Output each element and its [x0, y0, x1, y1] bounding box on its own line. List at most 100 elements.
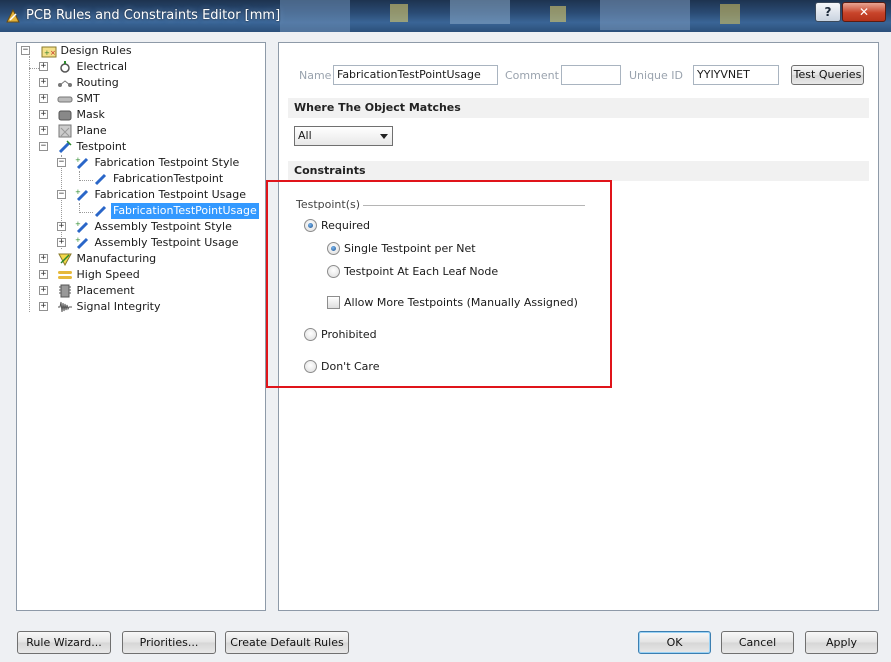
unique-id-field[interactable]: YYIYVNET [693, 65, 779, 85]
testpoint-rule-icon: + [75, 236, 88, 250]
tree-label: FabricationTestpoint [113, 172, 224, 185]
testpoint-icon [58, 140, 72, 154]
tree-label: Mask [76, 108, 105, 121]
testpoint-rule-icon [94, 205, 107, 218]
name-field[interactable]: FabricationTestPointUsage [333, 65, 498, 85]
electrical-icon [59, 61, 70, 73]
tree-node-fabrication-testpoint-style[interactable]: − + Fabrication Testpoint Style [57, 155, 241, 171]
unique-id-label: Unique ID [629, 69, 684, 82]
dont-care-radio[interactable]: Don't Care [304, 360, 379, 374]
expand-icon[interactable]: + [57, 222, 66, 231]
tree-node-routing[interactable]: + Routing [39, 75, 121, 91]
option-label: Don't Care [321, 360, 380, 373]
radio-empty-icon [327, 265, 340, 278]
option-label: Single Testpoint per Net [344, 242, 476, 255]
rule-wizard-button[interactable]: Rule Wizard... [17, 631, 111, 654]
close-button[interactable]: ✕ [842, 2, 886, 22]
tree-label: Testpoint [76, 140, 127, 153]
cancel-button[interactable]: Cancel [721, 631, 794, 654]
tree-node-electrical[interactable]: + Electrical [39, 59, 129, 75]
testpoint-rule-icon: + [75, 156, 88, 170]
option-label: Required [321, 219, 370, 232]
collapse-icon[interactable]: − [21, 46, 30, 55]
comment-field[interactable] [561, 65, 621, 85]
expand-icon[interactable]: + [57, 238, 66, 247]
tree-label: Assembly Testpoint Usage [94, 236, 239, 249]
tree-node-placement[interactable]: + Placement [39, 283, 137, 299]
manufacturing-icon [57, 253, 72, 266]
tree-node-testpoint[interactable]: − Testpoint [39, 139, 128, 155]
tree-label: Fabrication Testpoint Usage [94, 188, 246, 201]
placement-icon [58, 284, 71, 298]
apply-button[interactable]: Apply [805, 631, 878, 654]
group-divider [363, 205, 585, 206]
titlebar-background-decoration [280, 0, 740, 32]
allow-more-testpoints-checkbox[interactable]: Allow More Testpoints (Manually Assigned… [327, 296, 578, 310]
expand-icon[interactable]: + [39, 62, 48, 71]
expand-icon[interactable]: + [39, 254, 48, 263]
tree-node-high-speed[interactable]: + High Speed [39, 267, 142, 283]
tree-label: Placement [76, 284, 135, 297]
expand-icon[interactable]: + [39, 110, 48, 119]
expand-icon[interactable]: + [39, 78, 48, 87]
prohibited-radio[interactable]: Prohibited [304, 328, 377, 342]
radio-selected-icon [327, 242, 340, 255]
window-title: PCB Rules and Constraints Editor [mm] [26, 8, 281, 23]
tree-node-signal-integrity[interactable]: + Signal Integrity [39, 299, 162, 315]
routing-icon [57, 80, 72, 87]
tree-root-design-rules[interactable]: − + × Design Rules [21, 43, 134, 59]
chevron-down-icon [380, 134, 388, 139]
tree-label: FabricationTestPointUsage [111, 203, 259, 219]
collapse-icon[interactable]: − [57, 158, 66, 167]
where-matches-dropdown[interactable]: All [294, 126, 393, 146]
each-leaf-node-radio[interactable]: Testpoint At Each Leaf Node [327, 265, 498, 279]
collapse-icon[interactable]: − [57, 190, 66, 199]
testpoints-group-title: Testpoint(s) [296, 198, 361, 211]
svg-text:+: + [75, 236, 81, 244]
tree-label: Signal Integrity [76, 300, 161, 313]
radio-selected-icon [304, 219, 317, 232]
tree-node-assembly-testpoint-style[interactable]: + + Assembly Testpoint Style [57, 219, 234, 235]
required-radio[interactable]: Required [304, 219, 370, 233]
testpoint-rule-icon: + [75, 188, 88, 202]
create-default-rules-button[interactable]: Create Default Rules [225, 631, 349, 654]
tree-label: Electrical [76, 60, 128, 73]
highlight-box [266, 180, 612, 388]
title-bar: PCB Rules and Constraints Editor [mm] ? … [0, 0, 891, 32]
single-testpoint-radio[interactable]: Single Testpoint per Net [327, 242, 476, 256]
high-speed-icon [57, 271, 72, 279]
option-label: Testpoint At Each Leaf Node [344, 265, 499, 278]
tree-label: Design Rules [60, 44, 132, 57]
tree-label: Manufacturing [76, 252, 157, 265]
collapse-icon[interactable]: − [39, 142, 48, 151]
rules-tree-panel[interactable]: − + × Design Rules + Electrical + Routin… [16, 42, 266, 611]
tree-node-fabrication-testpoint-usage[interactable]: − + Fabrication Testpoint Usage [57, 187, 248, 203]
mask-icon [58, 110, 71, 121]
ok-button[interactable]: OK [638, 631, 711, 654]
expand-icon[interactable]: + [39, 126, 48, 135]
tree-node-plane[interactable]: + Plane [39, 123, 109, 139]
help-button[interactable]: ? [815, 2, 841, 22]
tree-label: Assembly Testpoint Style [94, 220, 232, 233]
svg-text:+: + [75, 220, 81, 228]
tree-label: Fabrication Testpoint Style [94, 156, 240, 169]
test-queries-button[interactable]: Test Queries [791, 65, 864, 85]
tree-node-fabricationtestpoint[interactable]: FabricationTestpoint [93, 171, 225, 187]
svg-text:+: + [75, 156, 81, 164]
where-object-matches-header: Where The Object Matches [288, 98, 869, 118]
priorities-button[interactable]: Priorities... [122, 631, 216, 654]
tree-node-assembly-testpoint-usage[interactable]: + + Assembly Testpoint Usage [57, 235, 241, 251]
expand-icon[interactable]: + [39, 270, 48, 279]
radio-empty-icon [304, 360, 317, 373]
tree-node-smt[interactable]: + SMT [39, 91, 102, 107]
expand-icon[interactable]: + [39, 302, 48, 311]
expand-icon[interactable]: + [39, 286, 48, 295]
plane-icon [58, 124, 71, 138]
signal-integrity-icon [57, 301, 72, 313]
name-label: Name [299, 69, 332, 82]
expand-icon[interactable]: + [39, 94, 48, 103]
tree-node-mask[interactable]: + Mask [39, 107, 107, 123]
tree-node-fabricationtestpointusage[interactable]: FabricationTestPointUsage [93, 203, 259, 219]
svg-text:×: × [50, 49, 56, 57]
tree-node-manufacturing[interactable]: + Manufacturing [39, 251, 158, 267]
